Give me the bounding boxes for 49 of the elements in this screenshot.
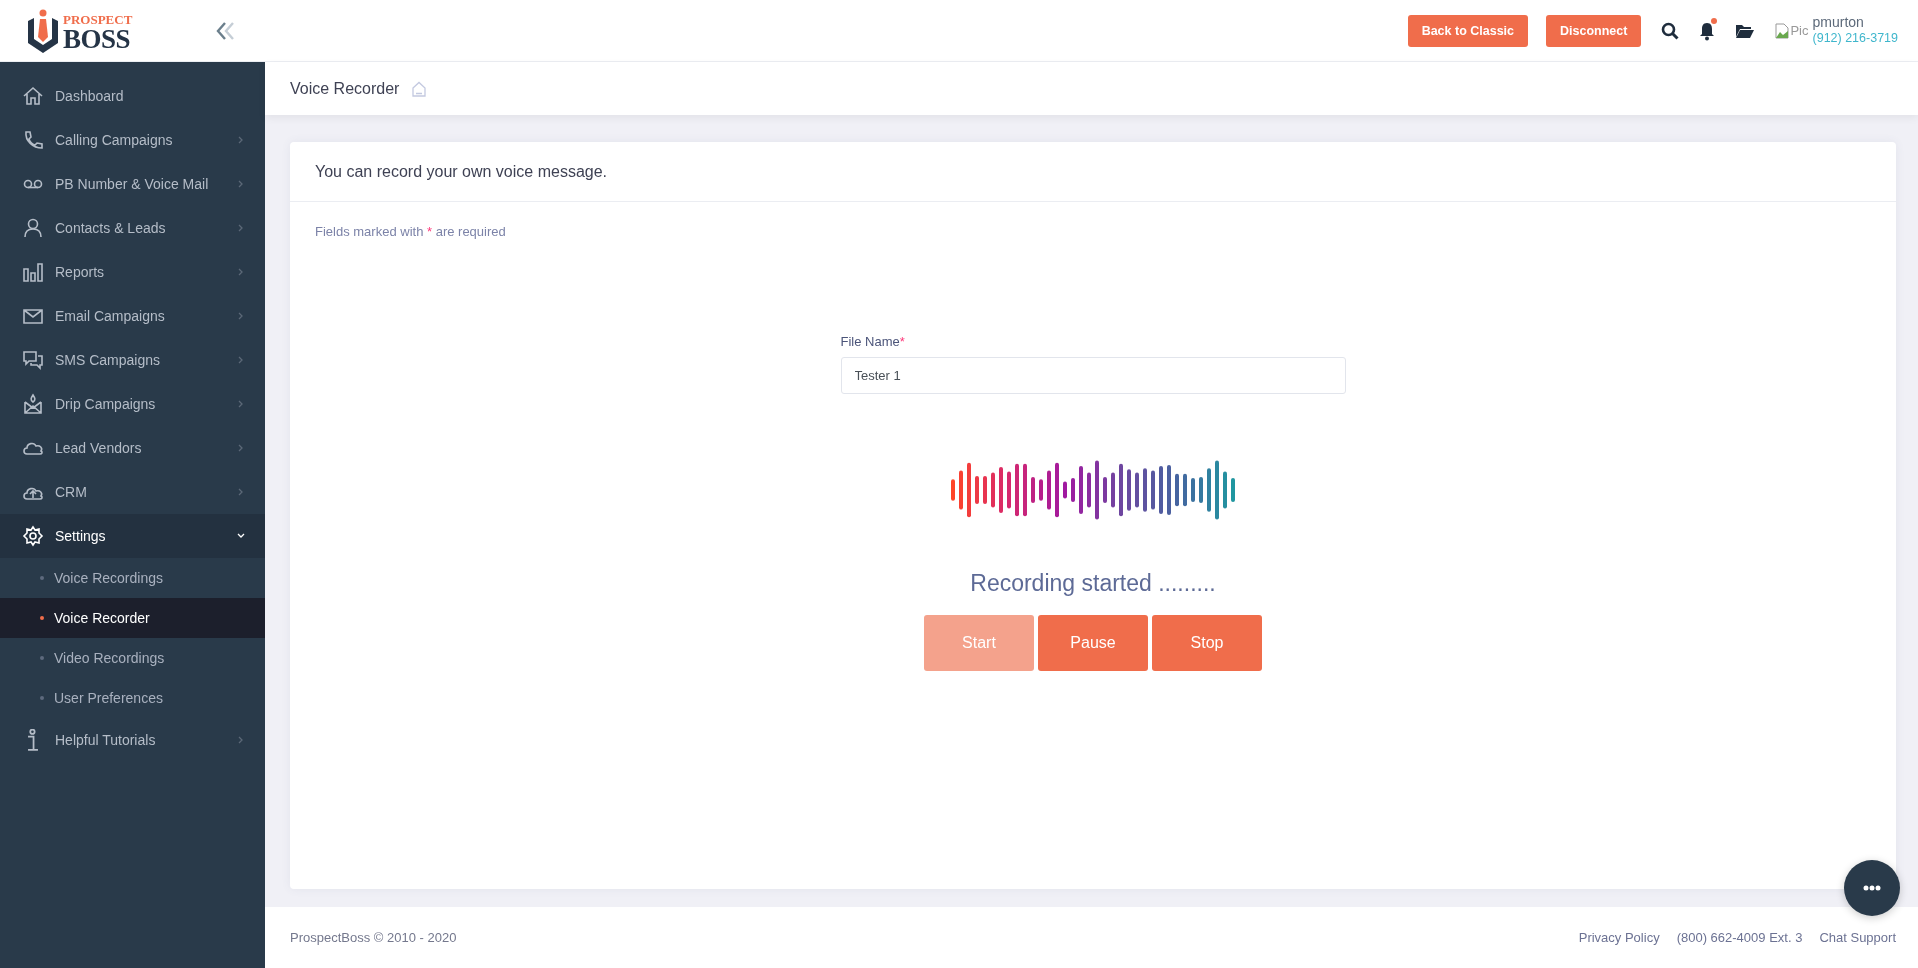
bullet-dot: [40, 656, 44, 660]
menu-icon: [22, 129, 44, 151]
logo-icon: [26, 8, 60, 53]
sidebar-item[interactable]: Dashboard: [0, 74, 265, 118]
search-icon[interactable]: [1661, 21, 1680, 40]
menu-icon: [22, 525, 44, 547]
bell-icon[interactable]: [1699, 20, 1716, 41]
logo-wordmark: BOSS: [63, 25, 131, 53]
sidebar-item[interactable]: Helpful Tutorials: [0, 718, 265, 762]
menu-icon: [22, 393, 44, 415]
bullet-dot: [40, 696, 44, 700]
sidebar-item[interactable]: Drip Campaigns: [0, 382, 265, 426]
footer-link[interactable]: Privacy Policy: [1578, 930, 1660, 945]
recording-status: Recording started .........: [970, 570, 1216, 597]
copyright-text: ProspectBoss © 2010 - 2020: [290, 930, 457, 945]
collapse-sidebar-icon[interactable]: [215, 20, 237, 41]
sidebar-item[interactable]: Contacts & Leads: [0, 206, 265, 250]
required-fields-note: Fields marked with * are required: [315, 224, 507, 239]
sidebar-item[interactable]: Lead Vendors: [0, 426, 265, 470]
more-icon: [1863, 885, 1881, 891]
user-name[interactable]: pmurton: [1812, 13, 1898, 32]
field-label: File Name*: [840, 334, 906, 349]
file-name-input[interactable]: Tester 1: [840, 357, 1346, 394]
footer-link[interactable]: Chat Support: [1819, 930, 1896, 945]
sidebar-item[interactable]: SMS Campaigns: [0, 338, 265, 382]
menu-icon: [22, 349, 44, 371]
menu-icon: [22, 217, 44, 239]
sidebar-item[interactable]: Settings: [0, 514, 265, 558]
broken-image-icon: [1775, 22, 1790, 39]
sidebar-item[interactable]: Reports: [0, 250, 265, 294]
logo-wordmark-top: PROSPECT: [63, 12, 133, 26]
bullet-dot: [40, 576, 44, 580]
footer-link[interactable]: (800) 662-4009 Ext. 3: [1676, 930, 1803, 945]
sidebar-item[interactable]: CRM: [0, 470, 265, 514]
card-title: You can record your own voice message.: [315, 162, 607, 181]
submenu-item[interactable]: User Preferences: [0, 678, 265, 718]
menu-icon: [22, 85, 44, 107]
menu-icon: [22, 261, 44, 283]
sidebar-item[interactable]: Email Campaigns: [0, 294, 265, 338]
sidebar-item[interactable]: Calling Campaigns: [0, 118, 265, 162]
submenu-item[interactable]: Voice Recordings: [0, 558, 265, 598]
bullet-dot: [40, 616, 44, 620]
page-title: Voice Recorder: [290, 79, 400, 98]
user-phone: (912) 216-3719: [1812, 31, 1898, 48]
submenu-item[interactable]: Voice Recorder: [0, 598, 265, 638]
submenu-item[interactable]: Video Recordings: [0, 638, 265, 678]
sidebar-item[interactable]: PB Number & Voice Mail: [0, 162, 265, 206]
folder-icon[interactable]: [1735, 22, 1756, 39]
avatar-alt-text: Pic: [1790, 23, 1809, 38]
